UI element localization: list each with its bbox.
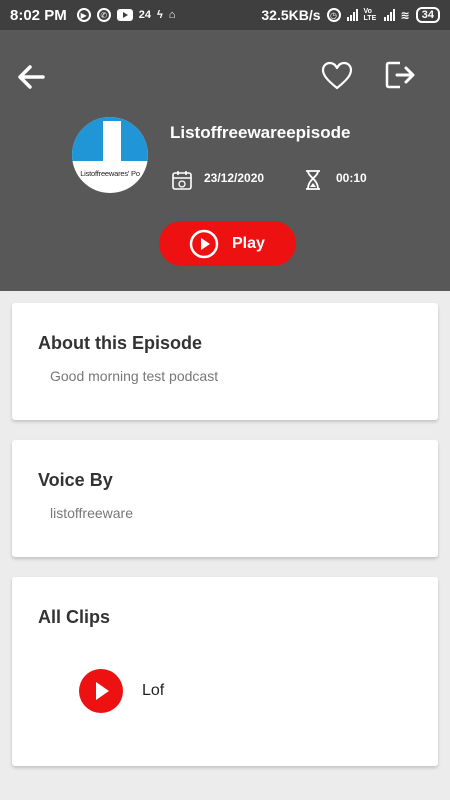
play-button-label: Play <box>232 234 265 252</box>
app-icon: ⌂ <box>168 9 176 21</box>
signal-icon-2 <box>383 9 395 21</box>
about-title: About this Episode <box>38 333 202 353</box>
play-circle-icon <box>189 229 219 258</box>
avatar-label: Listoffreewares' Po <box>80 169 140 178</box>
notification-icons: ▶ ✆ 24 ϟ ⌂ <box>76 8 176 22</box>
episode-title: Listoffreewareepisode <box>170 123 351 142</box>
heart-icon[interactable] <box>320 60 354 92</box>
podcast-avatar: Listoffreewares' Po <box>72 117 148 193</box>
about-text: Good morning test podcast <box>50 368 219 384</box>
wifi-icon: ≋ <box>400 9 410 22</box>
voice-title: Voice By <box>38 470 113 490</box>
share-icon[interactable] <box>383 59 417 91</box>
whatsapp-icon: ✆ <box>96 8 111 22</box>
signal-icon <box>346 9 358 21</box>
notification-count: 24 <box>138 9 151 21</box>
volte-label: Vo LTE <box>363 8 377 22</box>
voice-text: listoffreeware <box>50 505 134 521</box>
system-icons: 32.5KB/s ◷ Vo LTE ≋ 34 <box>261 7 440 23</box>
youtube-icon <box>116 9 133 21</box>
status-time: 8:02 PM <box>10 6 67 24</box>
status-bar: 8:02 PM ▶ ✆ 24 ϟ ⌂ 32.5KB/s ◷ Vo LTE ≋ 3… <box>0 0 450 30</box>
alarm-icon: ◷ <box>326 8 341 22</box>
media-play-icon: ▶ <box>76 8 91 22</box>
clips-card: All Clips Lof <box>12 577 438 766</box>
voice-card: Voice By listoffreeware <box>12 440 438 557</box>
play-button[interactable]: Play <box>159 221 296 266</box>
clips-title: All Clips <box>38 607 111 627</box>
flash-icon: ϟ <box>156 9 163 21</box>
about-card: About this Episode Good morning test pod… <box>12 303 438 420</box>
clip-name: Lof <box>142 682 165 699</box>
network-speed: 32.5KB/s <box>261 7 321 23</box>
episode-date: 23/12/2020 <box>204 171 265 185</box>
battery-level: 34 <box>415 7 440 23</box>
episode-duration: 00:10 <box>336 171 367 185</box>
calendar-icon <box>172 171 192 190</box>
episode-header: Listoffreewares' Po Listoffreewareepisod… <box>0 30 450 291</box>
hourglass-icon <box>306 170 320 190</box>
clip-play-icon[interactable] <box>79 669 123 713</box>
back-arrow-icon[interactable] <box>16 62 46 92</box>
